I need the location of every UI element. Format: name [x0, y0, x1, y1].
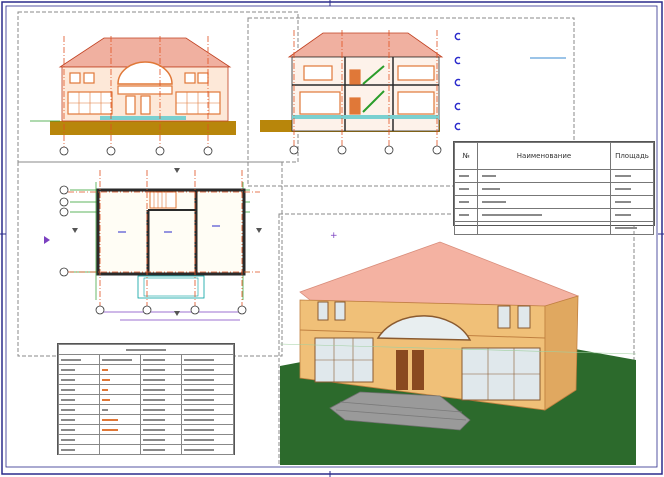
front-elevation: [30, 36, 236, 156]
section-elevation: [260, 30, 566, 155]
col-no-header: №: [454, 142, 478, 170]
table-row: [454, 182, 654, 196]
table-row: [454, 208, 654, 222]
table-row: [454, 221, 654, 235]
floor-plan: [44, 168, 262, 321]
table-row: [454, 169, 654, 183]
3d-view: +: [279, 231, 637, 465]
legend-table: [57, 343, 235, 455]
col-name-header: Наименование: [477, 142, 611, 170]
room-schedule: № Наименование Площадь: [453, 141, 655, 235]
steps: [100, 116, 186, 120]
col-area-header: Площадь: [610, 142, 654, 170]
svg-text:+: +: [330, 231, 338, 241]
table-row: [454, 195, 654, 209]
